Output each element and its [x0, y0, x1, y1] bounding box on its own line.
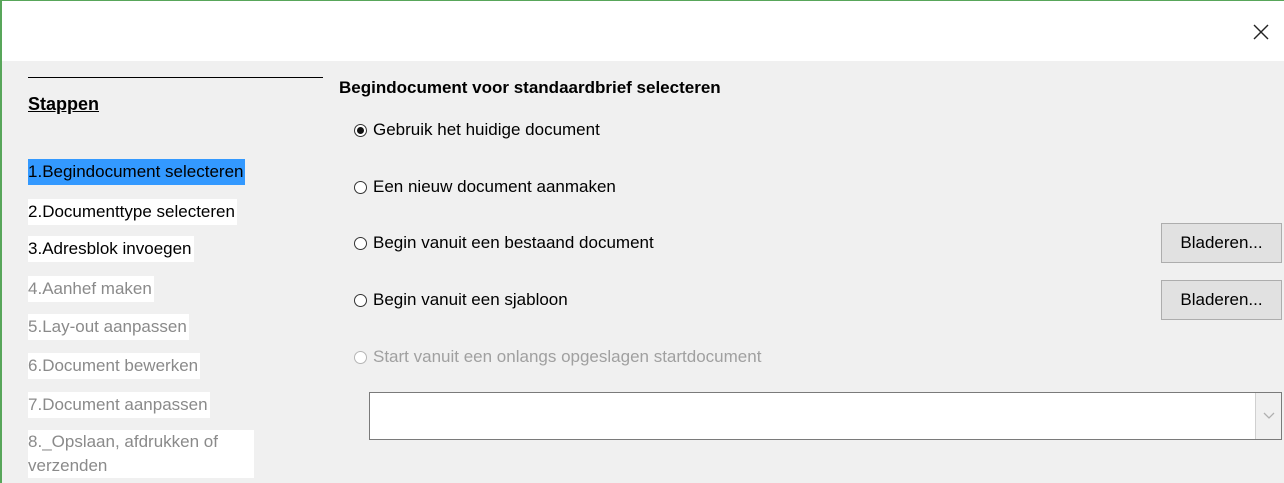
- browse-template-button[interactable]: Bladeren...: [1161, 280, 1282, 320]
- step-label: Lay-out aanpassen: [42, 317, 187, 336]
- recent-documents-dropdown: [369, 392, 1282, 440]
- radio-button[interactable]: [354, 293, 367, 307]
- close-icon: [1253, 24, 1269, 40]
- step-item-4: 4.Aanhef maken: [28, 276, 154, 302]
- option-template[interactable]: Begin vanuit een sjabloon: [354, 290, 568, 310]
- option-label: Start vanuit een onlangs opgeslagen star…: [373, 347, 762, 366]
- step-item-3[interactable]: 3.Adresblok invoegen: [28, 236, 194, 262]
- step-label: Document bewerken: [42, 356, 199, 375]
- dropdown-arrow: [1255, 393, 1281, 439]
- radio-button[interactable]: [354, 236, 367, 250]
- radio-button: [354, 350, 367, 364]
- dialog-titlebar: [2, 1, 1284, 61]
- option-label: Begin vanuit een sjabloon: [373, 290, 568, 309]
- step-label: Adresblok invoegen: [42, 239, 192, 258]
- step-number: 4.: [28, 279, 43, 298]
- window-border-left: [0, 0, 2, 483]
- sidebar-divider: [28, 77, 323, 78]
- option-recent-document: Start vanuit een onlangs opgeslagen star…: [354, 347, 761, 367]
- step-label: Begindocument selecteren: [42, 162, 244, 181]
- option-new-document[interactable]: Een nieuw document aanmaken: [354, 177, 616, 197]
- step-number: 6.: [28, 356, 43, 375]
- chevron-down-icon: [1263, 412, 1274, 419]
- option-label: Begin vanuit een bestaand document: [373, 233, 654, 252]
- step-item-5: 5.Lay-out aanpassen: [28, 314, 189, 340]
- browse-existing-button[interactable]: Bladeren...: [1161, 223, 1282, 263]
- radio-button[interactable]: [354, 180, 367, 194]
- step-item-7: 7.Document aanpassen: [28, 392, 210, 418]
- step-label: Document aanpassen: [42, 395, 208, 414]
- step-label: _Opslaan, afdrukken of verzenden: [28, 432, 218, 475]
- steps-heading: Stappen: [28, 94, 100, 114]
- step-number: 1.: [28, 162, 43, 181]
- radio-button-checked[interactable]: [354, 123, 367, 137]
- step-number: 2.: [28, 202, 43, 221]
- page-title: Begindocument voor standaardbrief select…: [339, 78, 721, 97]
- step-label: Documenttype selecteren: [42, 202, 235, 221]
- step-label: Aanhef maken: [42, 279, 152, 298]
- step-number: 5.: [28, 317, 43, 336]
- step-number: 8.: [28, 432, 43, 451]
- option-current-document[interactable]: Gebruik het huidige document: [354, 120, 600, 140]
- close-button[interactable]: [1250, 21, 1272, 43]
- step-item-6: 6.Document bewerken: [28, 353, 201, 379]
- step-item-8: 8._Opslaan, afdrukken of verzenden: [28, 430, 254, 478]
- option-existing-document[interactable]: Begin vanuit een bestaand document: [354, 233, 654, 253]
- step-item-1[interactable]: 1.Begindocument selecteren: [28, 159, 246, 185]
- option-label: Een nieuw document aanmaken: [373, 177, 616, 196]
- step-item-2[interactable]: 2.Documenttype selecteren: [28, 199, 237, 225]
- step-number: 7.: [28, 395, 43, 414]
- option-label: Gebruik het huidige document: [373, 120, 600, 139]
- step-number: 3.: [28, 239, 43, 258]
